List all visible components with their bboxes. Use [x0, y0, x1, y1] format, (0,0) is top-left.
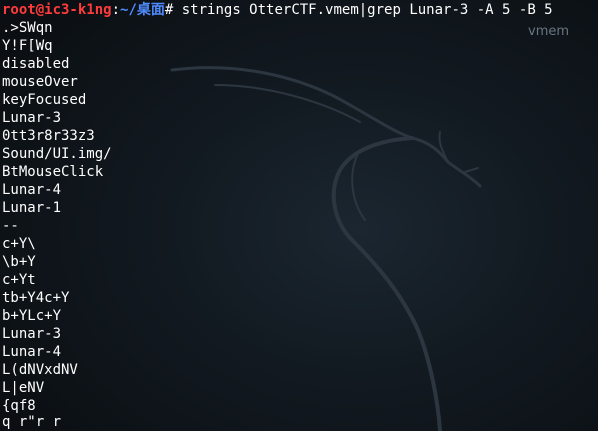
output-line: Lunar-3 [2, 326, 62, 342]
output-line: keyFocused [2, 92, 87, 108]
command-text: strings OtterCTF.vmem|grep Lunar-3 -A 5 … [173, 2, 553, 18]
output-line: Lunar-3 [2, 110, 62, 126]
output-line: Lunar-4 [2, 182, 62, 198]
output-line: L|eNV [2, 380, 45, 396]
output-line: q r"r r [2, 414, 62, 430]
output-line: BtMouseClick [2, 164, 104, 180]
output-line: Lunar-1 [2, 200, 62, 216]
output-line: tb+Y4c+Y [2, 290, 70, 306]
output-line: Sound/UI.img/ [2, 146, 112, 162]
output-line: \b+Y [2, 254, 36, 270]
prompt-path: ~/桌面 [120, 2, 165, 18]
output-separator: -- [2, 218, 19, 234]
output-line: mouseOver [2, 74, 78, 90]
output-line: c+Y\ [2, 236, 36, 252]
output-line: Lunar-4 [2, 344, 62, 360]
output-line: Y!F[Wq [2, 38, 53, 54]
output-line: c+Yt [2, 272, 36, 288]
prompt-user-host: root@ic3-k1ng [2, 2, 112, 18]
output-line: .>SWqn [2, 20, 53, 36]
terminal-window[interactable]: root@ic3-k1ng:~/桌面# strings OtterCTF.vme… [0, 0, 598, 431]
prompt-line: root@ic3-k1ng:~/桌面# strings OtterCTF.vme… [2, 1, 553, 19]
prompt-separator: : [111, 2, 121, 18]
output-line: 0tt3r8r33z3 [2, 128, 95, 144]
output-line: disabled [2, 56, 70, 72]
output-line: b+YLc+Y [2, 308, 62, 324]
output-line: L(dNVxdNV [2, 362, 78, 378]
